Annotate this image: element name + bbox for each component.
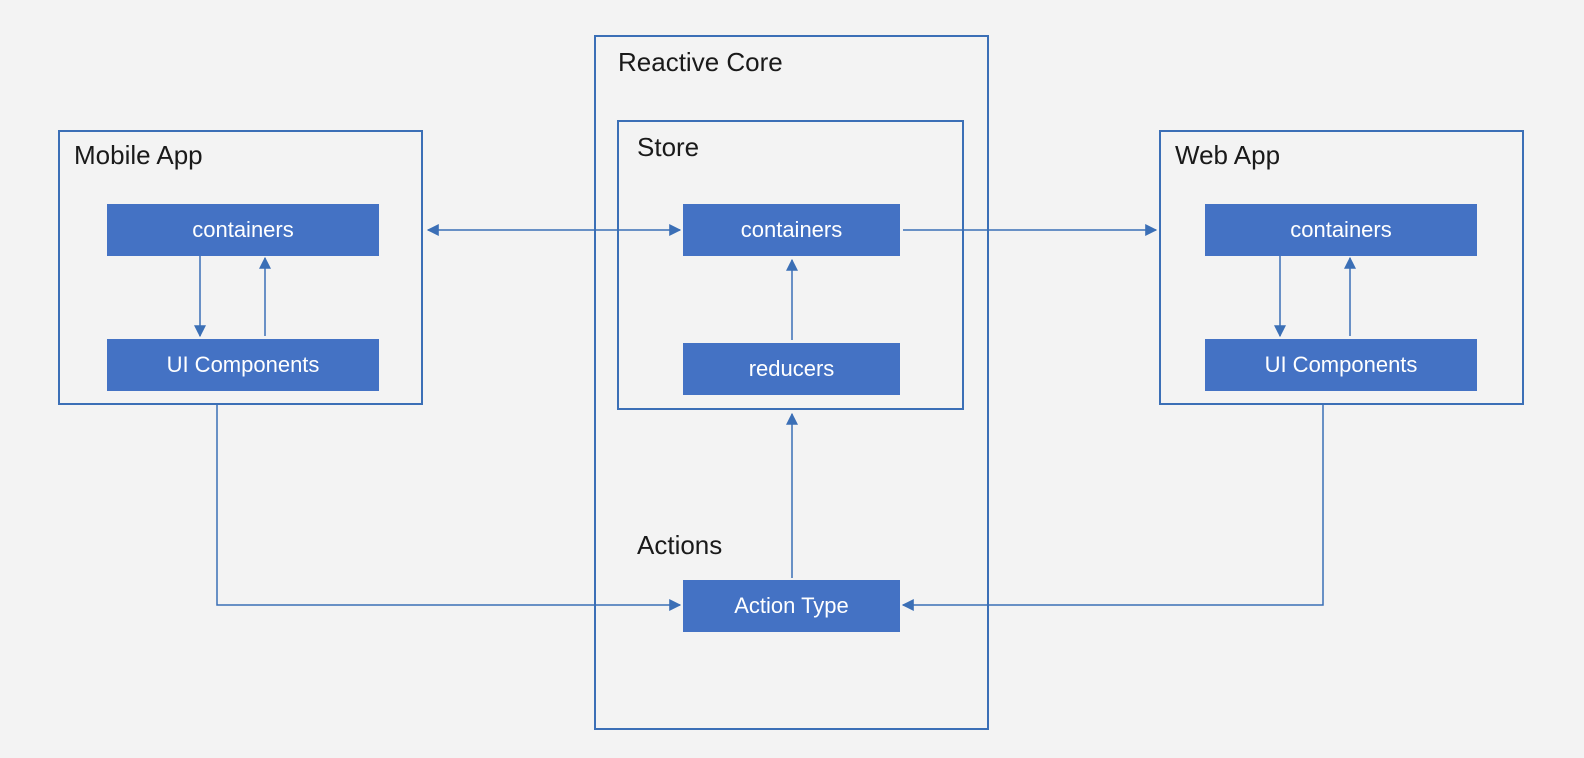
actions-title: Actions xyxy=(637,530,722,561)
store-title: Store xyxy=(637,132,699,163)
web-containers-slab: containers xyxy=(1205,204,1477,256)
mobile-containers-label: containers xyxy=(192,217,294,243)
store-containers-slab: containers xyxy=(683,204,900,256)
mobile-app-title: Mobile App xyxy=(74,140,203,171)
action-type-slab: Action Type xyxy=(683,580,900,632)
mobile-ui-label: UI Components xyxy=(167,352,320,378)
web-ui-label: UI Components xyxy=(1265,352,1418,378)
web-app-title: Web App xyxy=(1175,140,1280,171)
web-containers-label: containers xyxy=(1290,217,1392,243)
store-reducers-slab: reducers xyxy=(683,343,900,395)
diagram-canvas: Mobile App containers UI Components Reac… xyxy=(0,0,1584,758)
mobile-ui-slab: UI Components xyxy=(107,339,379,391)
mobile-containers-slab: containers xyxy=(107,204,379,256)
store-containers-label: containers xyxy=(741,217,843,243)
action-type-label: Action Type xyxy=(734,593,849,619)
web-ui-slab: UI Components xyxy=(1205,339,1477,391)
reactive-core-title: Reactive Core xyxy=(618,47,783,78)
store-reducers-label: reducers xyxy=(749,356,835,382)
